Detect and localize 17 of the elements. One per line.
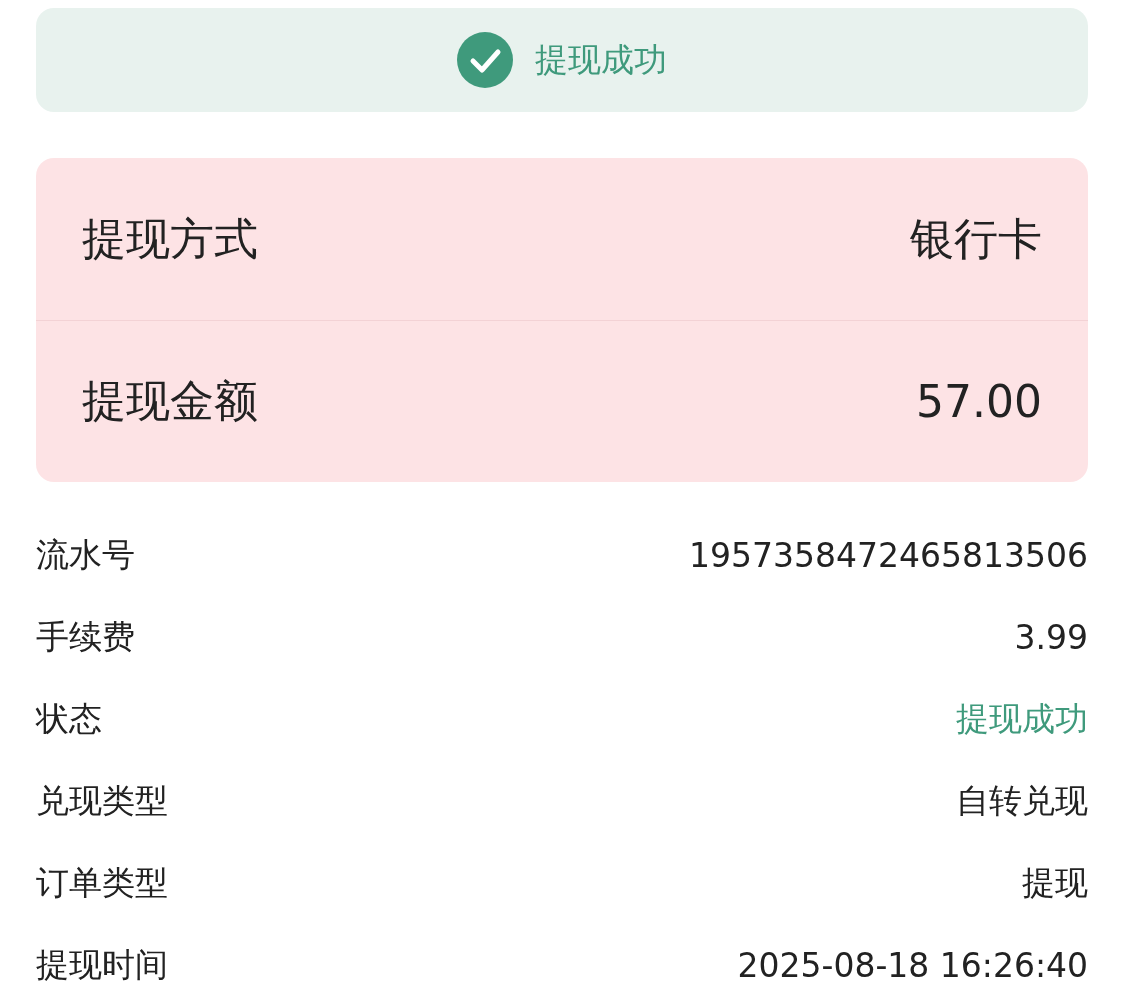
field-label: 提现时间 (36, 943, 168, 986)
field-label: 流水号 (36, 533, 135, 576)
field-label: 提现方式 (82, 211, 258, 266)
field-value: 提现成功 (956, 697, 1088, 740)
field-value: 57.00 (916, 376, 1042, 427)
field-value: 提现 (1022, 861, 1088, 904)
field-label: 订单类型 (36, 861, 168, 904)
field-value: 银行卡 (910, 211, 1042, 266)
status-text: 提现成功 (535, 38, 667, 81)
field-value: 3.99 (1014, 617, 1088, 657)
field-label: 手续费 (36, 615, 135, 658)
field-label: 兑现类型 (36, 779, 168, 822)
field-label: 提现金额 (82, 374, 258, 428)
field-label: 状态 (36, 697, 102, 740)
field-value: 自转兑现 (956, 779, 1088, 822)
field-value: 2025-08-18 16:26:40 (737, 945, 1088, 985)
field-value: 1957358472465813506 (689, 535, 1088, 575)
